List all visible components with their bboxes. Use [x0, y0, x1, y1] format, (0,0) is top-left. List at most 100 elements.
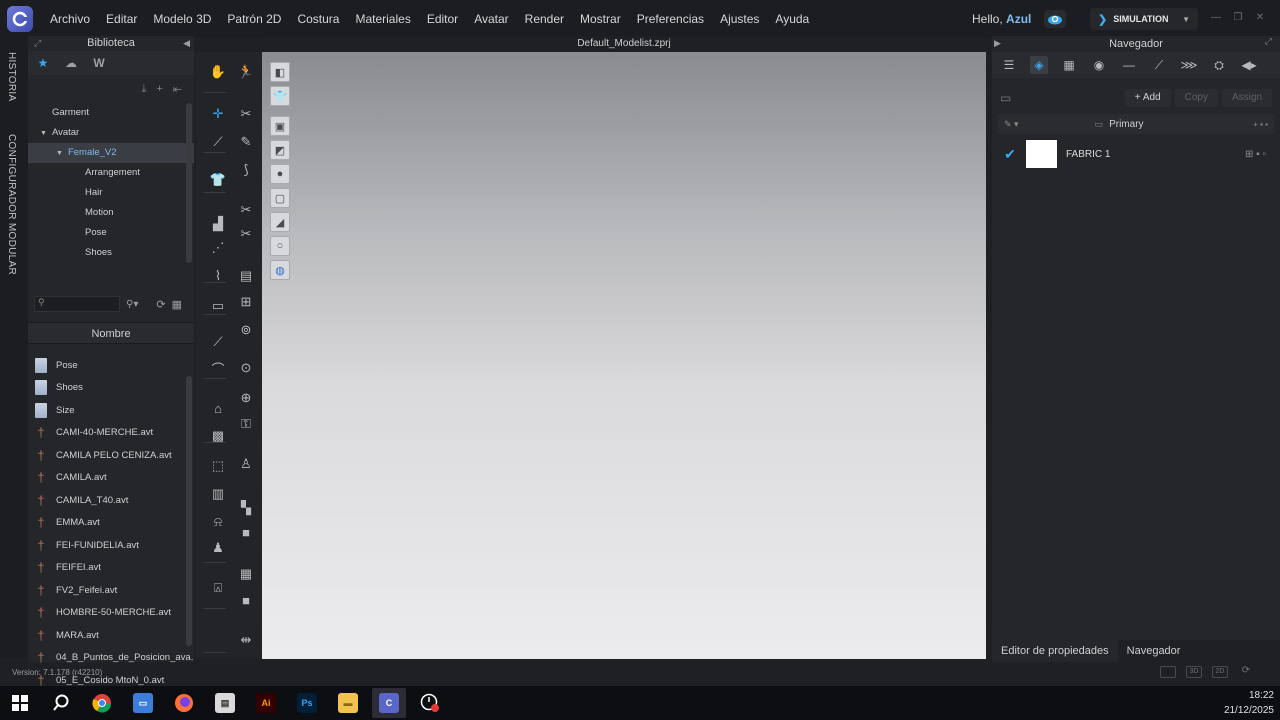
colorway-label[interactable]: Primary: [1109, 119, 1143, 130]
menu-patr-n-2d[interactable]: Patrón 2D: [219, 0, 289, 38]
cloth-icon[interactable]: ▭: [208, 296, 228, 316]
file-explorer-icon[interactable]: ▬: [331, 688, 365, 718]
puckering-icon[interactable]: ⊞: [236, 292, 256, 312]
library-file-item[interactable]: † 04_B_Puntos_de_Posicion_ava...: [28, 647, 194, 670]
menu-modelo-3d[interactable]: Modelo 3D: [145, 0, 219, 38]
steam-icon[interactable]: ⌒: [208, 358, 228, 378]
refresh-icon[interactable]: ⟳: [156, 298, 165, 311]
globe-environment-icon[interactable]: ◍: [270, 260, 290, 280]
expand-triangle-icon[interactable]: ▼: [56, 150, 63, 157]
avatar-display-icon[interactable]: ◧: [270, 62, 290, 82]
name-column-header[interactable]: Nombre: [28, 322, 194, 344]
add-folder-icon[interactable]: +: [156, 83, 162, 95]
marketplace-icon[interactable]: W: [90, 54, 108, 72]
shirt-simulate-icon[interactable]: 👕: [208, 170, 228, 190]
library-file-item[interactable]: † FEIFEI.avt: [28, 557, 194, 580]
tab-property-editor[interactable]: Editor de propiedades: [992, 640, 1118, 662]
library-file-item[interactable]: † CAMILA_T40.avt: [28, 489, 194, 512]
tab-configurador-modular[interactable]: CONFIGURADOR MODULAR: [6, 134, 17, 275]
avatar-hide-icon[interactable]: ○: [270, 236, 290, 256]
shirt-texture-icon[interactable]: ▣: [270, 116, 290, 136]
avatar-solid-icon[interactable]: ●: [270, 164, 290, 184]
menu-archivo[interactable]: Archivo: [42, 0, 98, 38]
tree-item[interactable]: Hair: [28, 183, 194, 203]
tree-item[interactable]: ▼ Avatar: [28, 123, 194, 143]
3d-viewport[interactable]: ◧ 👕 ▣ ◩ ● ▢ ◢ ○ ◍: [262, 52, 986, 659]
folder-icon[interactable]: ▭: [1000, 91, 1011, 105]
tree-item[interactable]: Arrangement: [28, 163, 194, 183]
zipper-icon[interactable]: ▤: [236, 266, 256, 286]
more-tabs-icon[interactable]: ◀▸: [1240, 56, 1258, 74]
minimize-icon[interactable]: —: [1210, 12, 1222, 24]
fold-icon[interactable]: ✎: [236, 132, 256, 152]
chrome-icon[interactable]: [85, 688, 119, 718]
printer-icon[interactable]: ▤: [208, 688, 242, 718]
iron-icon[interactable]: ⌂: [208, 398, 228, 418]
fabric-tab-icon[interactable]: ◈: [1030, 56, 1048, 74]
view-3d-icon[interactable]: 3D: [1186, 666, 1202, 678]
clo3d-taskbar-icon[interactable]: C: [372, 688, 406, 718]
photoshop-icon[interactable]: Ps: [290, 688, 324, 718]
add-fabric-button[interactable]: + Add: [1124, 89, 1171, 107]
assign-fabric-button[interactable]: Assign: [1221, 89, 1272, 107]
block-icon[interactable]: ■: [236, 522, 256, 542]
hand-select-icon[interactable]: ✋: [208, 62, 228, 82]
tree-item[interactable]: Shoes: [28, 243, 194, 263]
restore-icon[interactable]: ❐: [1232, 12, 1244, 24]
menu-editor[interactable]: Editor: [419, 0, 466, 38]
button-tool-icon[interactable]: ⊚: [236, 320, 256, 340]
library-file-item[interactable]: † EMMA.avt: [28, 512, 194, 535]
avatar-move-icon[interactable]: 🏃: [236, 62, 256, 82]
library-file-item[interactable]: Shoes: [28, 377, 194, 400]
grid-view-icon[interactable]: ▦: [172, 298, 182, 311]
button-hole-icon[interactable]: ⊕: [236, 388, 256, 408]
tree-item[interactable]: Garment: [28, 103, 194, 123]
filter-icon[interactable]: ⚲▾: [126, 299, 138, 310]
transform-icon[interactable]: ✛: [208, 104, 228, 124]
refresh-view-icon[interactable]: ⟳: [1238, 666, 1254, 678]
pattern-icon[interactable]: ▩: [208, 426, 228, 446]
panel-expand-icon[interactable]: ⤢: [1265, 36, 1272, 47]
line-tab-icon[interactable]: —: [1120, 56, 1138, 74]
menu-preferencias[interactable]: Preferencias: [629, 0, 712, 38]
tree-scrollbar[interactable]: [186, 103, 192, 263]
download-icon[interactable]: ⤓: [141, 83, 146, 96]
windows-start-icon[interactable]: [3, 688, 37, 718]
menu-ajustes[interactable]: Ajustes: [712, 0, 767, 38]
ruler-icon[interactable]: ⍓: [208, 578, 228, 598]
colorway-actions-icon[interactable]: + ▪ ▪: [1253, 120, 1268, 129]
menu-ayuda[interactable]: Ayuda: [767, 0, 817, 38]
menu-materiales[interactable]: Materiales: [347, 0, 418, 38]
tree-item[interactable]: Pose: [28, 223, 194, 243]
library-file-item[interactable]: † FEI-FUNIDELIA.avt: [28, 534, 194, 557]
library-file-item[interactable]: † FV2_Feifei.avt: [28, 579, 194, 602]
sewing-icon[interactable]: ✂: [236, 104, 256, 124]
pattern-outline-icon[interactable]: ▢: [270, 188, 290, 208]
cloud-icon[interactable]: [1044, 10, 1066, 28]
library-scrollbar[interactable]: [186, 376, 192, 646]
button-tab-icon[interactable]: ◉: [1090, 56, 1108, 74]
panel-expand-icon[interactable]: ⤢: [34, 36, 41, 51]
view-single-icon[interactable]: [1160, 666, 1176, 678]
garment-display-icon[interactable]: 👕: [270, 86, 290, 106]
pin-icon[interactable]: ◢: [270, 212, 290, 232]
back-icon[interactable]: ⇤: [173, 83, 182, 96]
block2-icon[interactable]: ■: [236, 590, 256, 610]
search-icon[interactable]: [44, 688, 78, 718]
library-file-item[interactable]: † CAMI-40-MERCHE.avt: [28, 422, 194, 445]
view-2d-icon[interactable]: 2D: [1212, 666, 1228, 678]
copy-fabric-button[interactable]: Copy: [1174, 89, 1218, 107]
mode-dropdown[interactable]: ❯ SIMULATION ▼: [1090, 8, 1198, 30]
user-greeting[interactable]: Hello, Azul: [972, 0, 1031, 38]
library-file-item[interactable]: Size: [28, 399, 194, 422]
lock-icon[interactable]: ⚿: [236, 414, 256, 434]
list-icon[interactable]: ☰: [1000, 56, 1018, 74]
tree-item[interactable]: ▼ Female_V2: [28, 143, 194, 163]
fabric-row-actions-icon[interactable]: ⊞ ▪ ▫: [1245, 149, 1266, 160]
tree-item[interactable]: Motion: [28, 203, 194, 223]
clock-app-icon[interactable]: [413, 688, 447, 718]
menu-avatar[interactable]: Avatar: [466, 0, 516, 38]
menu-editar[interactable]: Editar: [98, 0, 145, 38]
system-clock[interactable]: 18:22 21/12/2025: [1224, 688, 1274, 718]
jacket-icon[interactable]: ⬚: [208, 456, 228, 476]
